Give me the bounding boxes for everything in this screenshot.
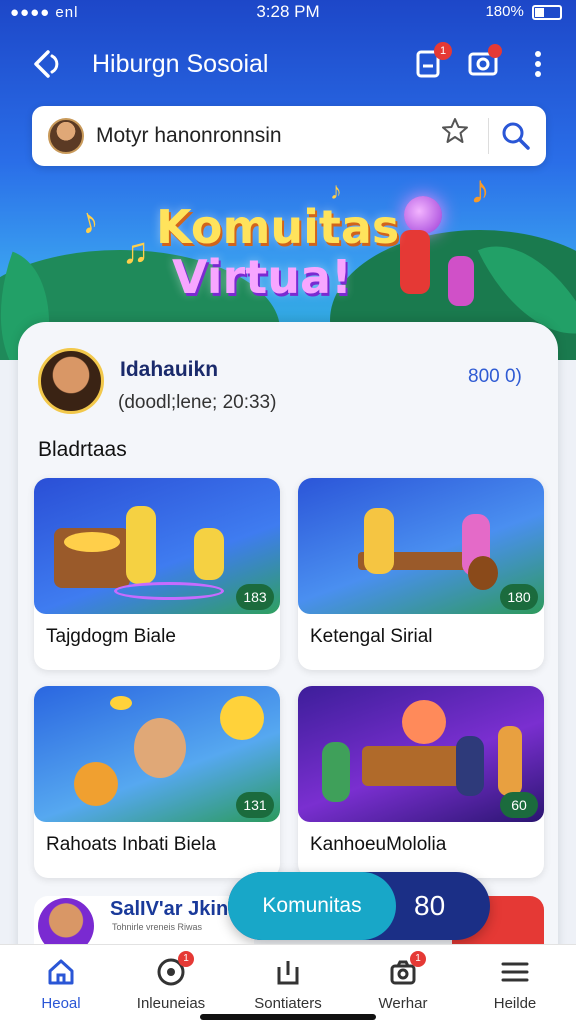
favorite-button[interactable]: [440, 116, 470, 154]
guitar: [468, 556, 498, 590]
tab-home[interactable]: Heoal: [6, 957, 116, 1012]
card-title: Tajgdogm Biale: [46, 626, 176, 647]
tab-updates[interactable]: 1 Inleuneias: [116, 951, 226, 1012]
tab-label: Sontiaters: [254, 995, 322, 1012]
profile-count: 800 0): [468, 366, 522, 387]
activity-card[interactable]: 131 Rahoats Inbati Biela: [34, 686, 280, 878]
character: [364, 508, 394, 574]
status-bar: ●●●● enl 3:28 PM 180%: [0, 0, 576, 24]
megaphone: [220, 696, 264, 740]
tab-badge: 1: [178, 951, 194, 967]
upload-icon: [273, 957, 303, 987]
profile-name[interactable]: Idahauikn: [120, 358, 218, 382]
battery-indicator: 180%: [485, 3, 562, 20]
star-icon: [442, 118, 468, 143]
notification-button[interactable]: 1: [412, 42, 452, 80]
search-input[interactable]: [96, 120, 436, 152]
card-count-badge: 183: [236, 584, 274, 610]
menu-icon: [500, 957, 530, 987]
search-icon: [502, 122, 530, 150]
activity-card[interactable]: 60 KanhoeuMololia: [298, 686, 544, 878]
banner-title-line1: Komuitas: [156, 200, 400, 254]
peek-subtitle: Tohnirle vreneis Riwas: [112, 922, 203, 932]
home-indicator: [200, 1014, 376, 1020]
search-bar: [32, 106, 546, 166]
guitar: [498, 726, 522, 796]
tab-shop[interactable]: 1 Werhar: [348, 951, 458, 1012]
inbox-button[interactable]: [466, 44, 502, 80]
bird: [110, 696, 132, 710]
character: [456, 736, 484, 796]
activity-card[interactable]: 183 Tajgdogm Biale: [34, 478, 280, 670]
character: [194, 528, 224, 580]
toy-balls: [64, 532, 120, 552]
activity-card[interactable]: 180 Ketengal Sirial: [298, 478, 544, 670]
card-count-badge: 131: [236, 792, 274, 818]
lantern: [74, 762, 118, 806]
glow-ring: [114, 582, 224, 600]
profile-meta: (doodl;lene; 20:33): [118, 392, 277, 413]
back-arrow-icon: [34, 50, 59, 78]
battery-percent: 180%: [485, 3, 524, 20]
more-options-button[interactable]: [534, 50, 542, 78]
tab-label: Inleuneias: [136, 995, 206, 1012]
banner-title-line2: Virtua!: [172, 250, 353, 304]
card-count-badge: 180: [500, 584, 538, 610]
card-title: Ketengal Sirial: [310, 626, 433, 647]
card-title: Rahoats Inbati Biela: [46, 834, 217, 855]
character: [134, 718, 186, 778]
community-pill-count: 80: [414, 890, 446, 921]
community-pill-button[interactable]: Komunitas 80: [228, 872, 490, 940]
tab-label: Heilde: [493, 995, 537, 1012]
section-title: Bladrtaas: [38, 438, 127, 461]
card-count-badge: 60: [500, 792, 538, 818]
tab-create[interactable]: Sontiaters: [233, 957, 343, 1012]
notification-badge: 1: [434, 42, 452, 60]
battery-icon: [532, 4, 562, 20]
bottom-tab-bar: Heoal 1 Inleuneias Sontiaters 1 Werhar H…: [0, 944, 576, 1024]
divider: [488, 118, 489, 154]
search-button[interactable]: [500, 120, 532, 152]
record-icon: 1: [156, 951, 194, 987]
user-avatar[interactable]: [48, 118, 84, 154]
fox-character: [402, 700, 446, 744]
tab-menu[interactable]: Heilde: [460, 957, 570, 1012]
character: [126, 506, 156, 584]
profile-avatar[interactable]: [38, 348, 104, 414]
app-header: Hiburgn Sosoial 1: [0, 40, 576, 88]
card-title: KanhoeuMololia: [310, 834, 447, 855]
kebab-icon: [535, 51, 541, 77]
home-icon: [46, 957, 76, 987]
tab-label: Werhar: [378, 995, 428, 1012]
tab-badge: 1: [410, 951, 426, 967]
peek-card[interactable]: SalIV'ar Jkin Tohnirle vreneis Riwas: [34, 896, 254, 954]
community-banner: Komuitas Virtua!: [0, 190, 576, 310]
camera-bag-icon: 1: [388, 951, 426, 987]
character: [322, 742, 350, 802]
inbox-badge: [488, 44, 502, 58]
peek-title: SalIV'ar Jkin: [110, 898, 229, 920]
back-button[interactable]: [28, 46, 64, 82]
page-title: Hiburgn Sosoial: [92, 50, 269, 78]
tab-label: Heoal: [41, 995, 81, 1012]
community-pill-label: Komunitas: [228, 872, 396, 940]
